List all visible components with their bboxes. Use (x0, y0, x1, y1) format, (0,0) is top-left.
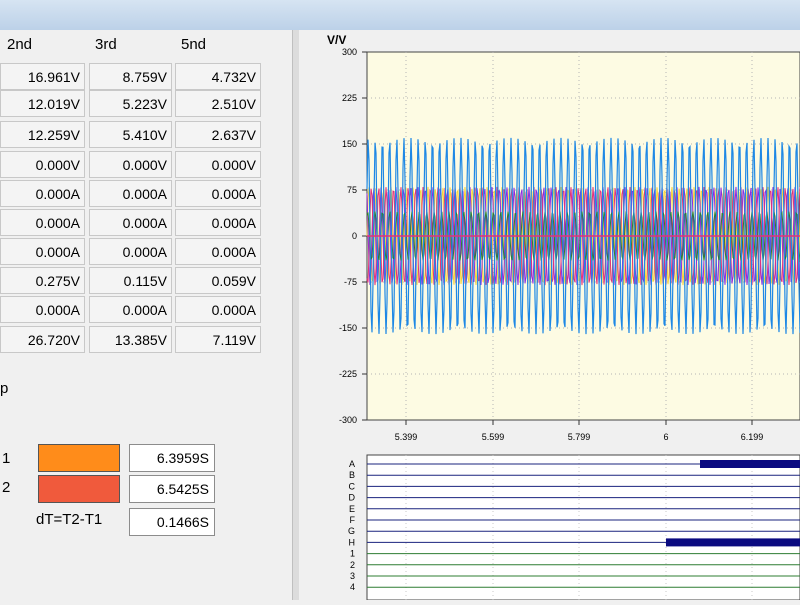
dt-label: dT=T2-T1 (36, 511, 103, 528)
t2-value-field[interactable]: 6.5425S (129, 475, 215, 503)
channel-a-active-bar (700, 460, 800, 468)
harmonic-cell: 0.000A (175, 209, 261, 236)
y-tick-label: -150 (339, 323, 357, 333)
y-tick-label: 75 (347, 185, 357, 195)
digital-channel-label: C (349, 481, 356, 491)
harmonic-cell: 0.059V (175, 267, 261, 294)
header-2nd: 2nd (7, 36, 33, 53)
harmonic-cell: 13.385V (89, 326, 172, 353)
harmonic-cell: 7.119V (175, 326, 261, 353)
harmonic-cell: 5.410V (89, 121, 172, 148)
x-tick-label: 5.599 (482, 432, 505, 442)
harmonic-cell: 0.000A (0, 238, 85, 265)
harmonic-cell: 26.720V (0, 326, 85, 353)
t2-color-swatch[interactable] (38, 475, 120, 503)
harmonic-cell: 0.000A (89, 296, 172, 323)
harmonic-cell: 0.000A (175, 180, 261, 207)
digital-area (366, 454, 800, 601)
t1-value-field[interactable]: 6.3959S (129, 444, 215, 472)
x-tick-label: 6.199 (741, 432, 764, 442)
harmonic-cell: 0.000V (0, 151, 85, 178)
harmonic-cell: 0.000A (89, 238, 172, 265)
harmonic-cell: 2.510V (175, 90, 261, 117)
digital-channel-label: H (349, 537, 356, 547)
harmonic-cell: 2.637V (175, 121, 261, 148)
harmonic-cell: 5.223V (89, 90, 172, 117)
harmonic-cell: 0.000V (89, 151, 172, 178)
t2-label: 2 (2, 479, 11, 496)
harmonic-cell: 0.000A (175, 296, 261, 323)
waveform-chart[interactable]: V/V 300 225 150 75 0 -75 -150 -225 -300 5.399 5.5… (299, 30, 800, 601)
digital-channel-label: E (349, 504, 355, 514)
p-label: p (0, 380, 9, 397)
t1-label: 1 (2, 450, 11, 467)
digital-channel-label: D (349, 493, 356, 503)
x-tick-label: 5.799 (568, 432, 591, 442)
harmonic-cell: 0.000V (175, 151, 261, 178)
t1-color-swatch[interactable] (38, 444, 120, 472)
dt-value-field[interactable]: 0.1466S (129, 508, 215, 536)
waveform-panel: V/V 300 225 150 75 0 -75 -150 -225 -300 5.399 5.5… (299, 30, 800, 601)
harmonic-cell: 0.115V (89, 267, 172, 294)
harmonic-cell: 0.000A (89, 209, 172, 236)
x-tick-label: 5.399 (395, 432, 418, 442)
harmonic-cell: 0.000A (0, 209, 85, 236)
window-titlebar (0, 0, 800, 31)
digital-channel-label: 1 (350, 549, 355, 559)
harmonic-cell: 0.000A (175, 238, 261, 265)
x-axis-ticks: 5.399 5.599 5.799 6 6.199 (395, 420, 764, 442)
channel-h-active-bar (666, 538, 800, 547)
y-tick-label: 300 (342, 47, 357, 57)
y-tick-label: 0 (352, 231, 357, 241)
y-tick-label: 150 (342, 139, 357, 149)
digital-channel-label: G (348, 526, 355, 536)
harmonic-cell: 0.000A (0, 296, 85, 323)
unit-label: V/V (327, 33, 346, 47)
y-tick-label: -75 (344, 277, 357, 287)
harmonic-cell: 12.019V (0, 90, 85, 117)
digital-channel-label: 4 (350, 582, 355, 592)
y-axis-ticks: 300 225 150 75 0 -75 -150 -225 -300 (339, 47, 367, 425)
harmonic-cell: 0.275V (0, 267, 85, 294)
digital-channel-label: F (350, 515, 356, 525)
harmonic-cell: 12.259V (0, 121, 85, 148)
harmonic-cell: 8.759V (89, 63, 172, 90)
y-tick-label: -225 (339, 369, 357, 379)
harmonic-cell: 0.000A (0, 180, 85, 207)
digital-channel-label: A (349, 459, 355, 469)
header-3rd: 3rd (95, 36, 117, 53)
y-tick-label: -300 (339, 415, 357, 425)
digital-channel-label: B (349, 470, 355, 480)
x-tick-label: 6 (663, 432, 668, 442)
digital-channel-label: 3 (350, 571, 355, 581)
harmonic-cell: 4.732V (175, 63, 261, 90)
harmonic-cell: 0.000A (89, 180, 172, 207)
header-5th: 5nd (181, 36, 207, 53)
digital-channel-label: 2 (350, 560, 355, 570)
y-tick-label: 225 (342, 93, 357, 103)
harmonic-cell: 16.961V (0, 63, 85, 90)
